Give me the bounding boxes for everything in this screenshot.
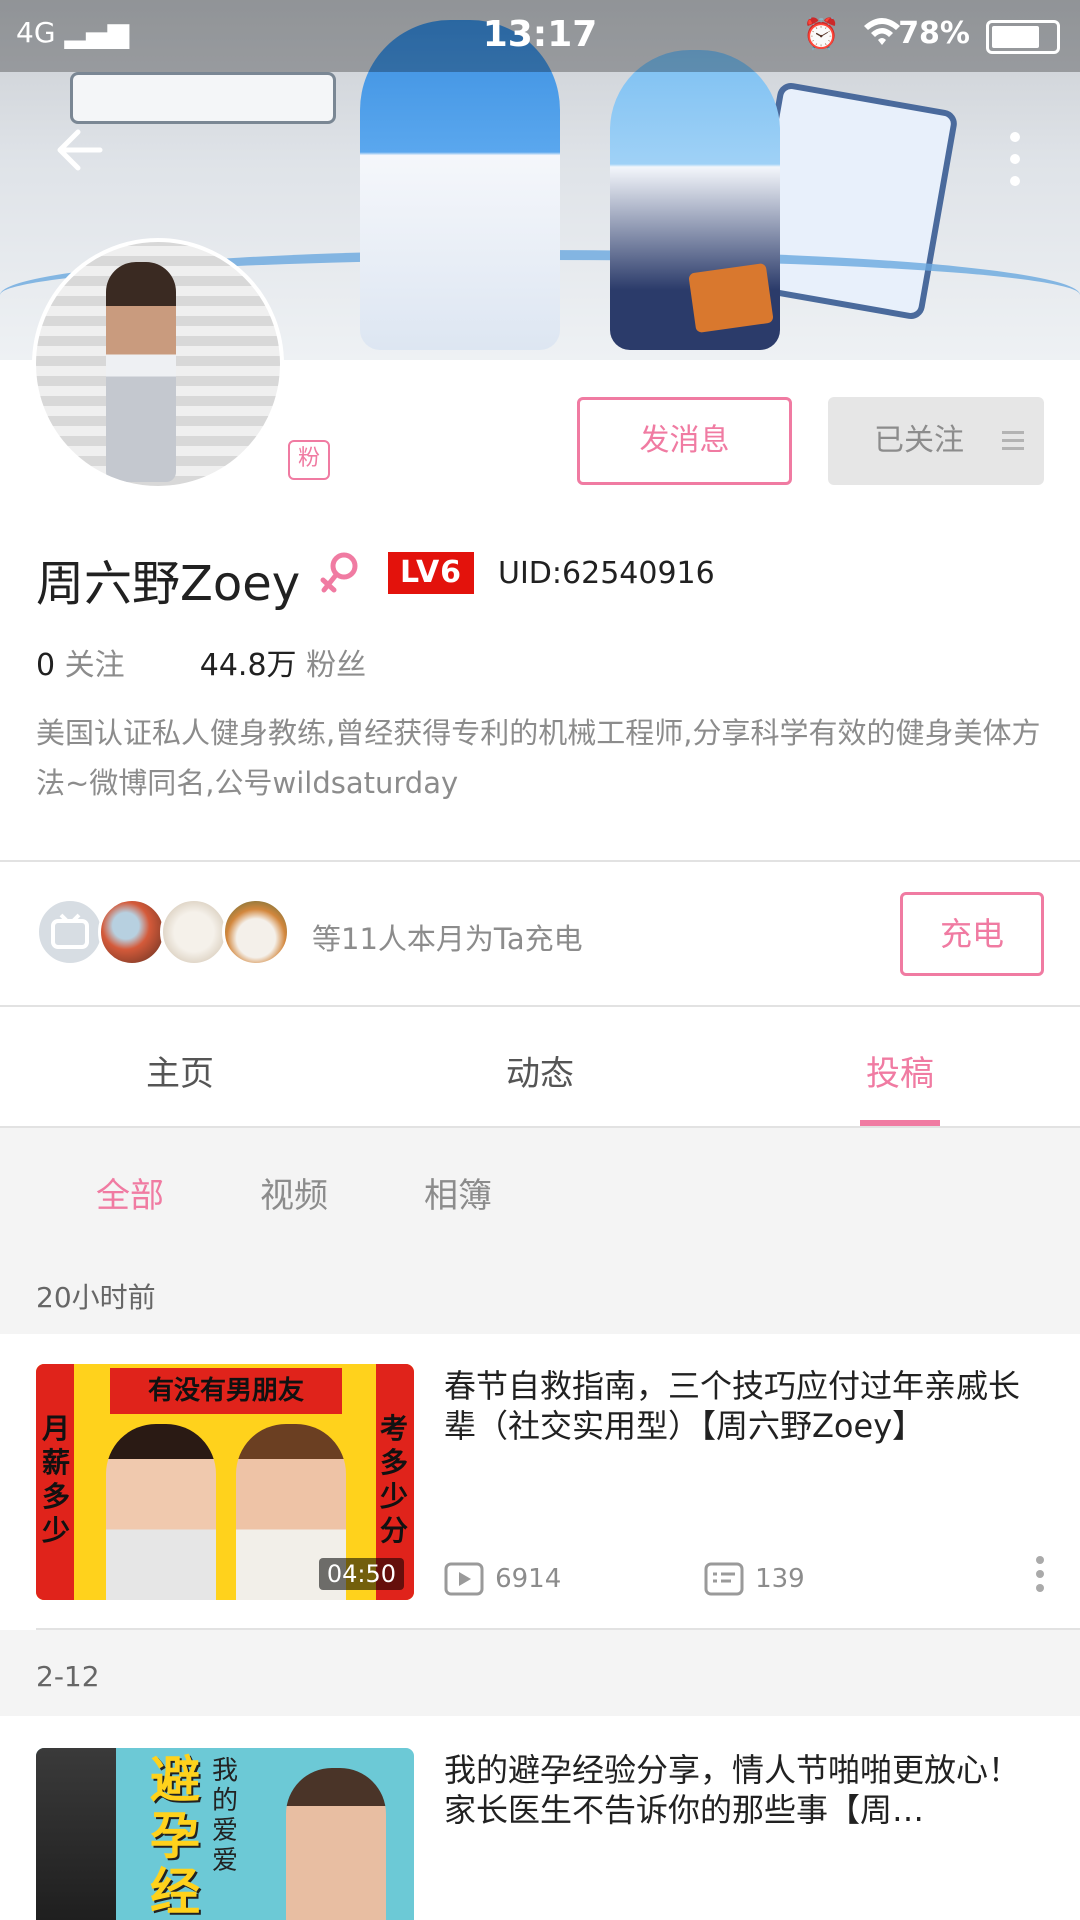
date-group-header — [0, 1248, 1080, 1334]
play-count: 6914 — [444, 1562, 561, 1596]
follow-stats: 0 关注 44.8万 粉丝 — [36, 640, 366, 684]
banner-shelf — [70, 72, 336, 124]
charger-avatar[interactable] — [160, 898, 228, 966]
date-group-label: 20小时前 — [36, 1281, 156, 1314]
date-group-header — [0, 1630, 1080, 1716]
banner-chips-bag — [688, 262, 774, 334]
play-icon — [444, 1562, 484, 1596]
arrow-left-icon — [57, 129, 103, 171]
followers-count: 44.8万 — [199, 648, 297, 683]
more-dot-icon — [1036, 1584, 1044, 1592]
thumb-left-text: 月薪多少 — [42, 1412, 71, 1547]
alarm-icon: ⏰ — [802, 17, 840, 52]
video-title[interactable]: 我的避孕经验分享，情人节啪啪更放心！家长医生不告诉你的那些事【周… — [444, 1750, 1044, 1830]
following-button[interactable]: 已关注 — [828, 397, 1044, 485]
send-message-button[interactable]: 发消息 — [577, 397, 792, 485]
thumb-right-text: 考多少分 — [380, 1412, 409, 1547]
thumb-person — [286, 1768, 386, 1920]
more-dot-icon — [1010, 132, 1020, 142]
more-dot-icon — [1036, 1570, 1044, 1578]
username: 周六野Zoey — [36, 556, 301, 612]
followers-stat[interactable]: 44.8万 粉丝 — [200, 648, 366, 683]
status-bar: 4G ▂▄▆ 13:17 ⏰ 78% — [0, 0, 1080, 72]
followers-stat-label: 粉丝 — [306, 648, 367, 683]
back-button[interactable] — [50, 120, 130, 200]
battery-percent: 78% — [898, 16, 970, 51]
divider — [0, 1005, 1080, 1007]
filter-album[interactable]: 相簿 — [424, 1168, 492, 1217]
video-thumbnail[interactable]: 避孕经 我的爱爱 — [36, 1748, 414, 1920]
charge-summary: 等11人本月为Ta充电 — [312, 922, 583, 956]
level-badge: LV6 — [388, 552, 474, 594]
battery-icon — [986, 20, 1060, 54]
fan-badge: 粉 — [288, 440, 330, 480]
video-title[interactable]: 春节自救指南，三个技巧应付过年亲戚长辈（社交实用型）【周六野Zoey】 — [444, 1366, 1044, 1446]
thumb-figure — [36, 1748, 116, 1920]
video-thumbnail[interactable]: 有没有男朋友 月薪多少 考多少分 04:50 — [36, 1364, 414, 1600]
charger-avatar[interactable] — [98, 898, 166, 966]
tab-uploads[interactable]: 投稿 — [720, 1046, 1080, 1095]
wifi-icon — [862, 14, 902, 56]
following-label: 已关注 — [874, 423, 964, 458]
date-group-label: 2-12 — [36, 1660, 100, 1693]
following-count: 0 — [36, 648, 56, 683]
following-stat-label: 关注 — [64, 648, 125, 683]
uid-text: UID:62540916 — [498, 556, 715, 591]
filter-video[interactable]: 视频 — [260, 1168, 328, 1217]
avatar-figure — [106, 262, 176, 482]
profile-bio: 美国认证私人健身教练,曾经获得专利的机械工程师,分享科学有效的健身美体方法~微博… — [36, 716, 1041, 800]
menu-icon — [1002, 431, 1024, 455]
more-dot-icon — [1010, 154, 1020, 164]
more-dot-icon — [1036, 1556, 1044, 1564]
video-duration: 04:50 — [318, 1558, 404, 1590]
filter-all[interactable]: 全部 — [96, 1168, 164, 1217]
thumb-person-left — [106, 1424, 216, 1600]
comment-count: 139 — [704, 1562, 805, 1596]
charger-avatar[interactable] — [36, 898, 104, 966]
thumb-banner-text: 有没有男朋友 — [110, 1368, 342, 1414]
more-dot-icon — [1010, 176, 1020, 186]
comment-count-value: 139 — [755, 1564, 805, 1594]
play-count-value: 6914 — [495, 1564, 562, 1594]
tab-activity[interactable]: 动态 — [360, 1046, 720, 1095]
charger-avatar[interactable] — [222, 898, 290, 966]
thumb-small-text: 我的爱爱 — [212, 1756, 239, 1876]
video-more-button[interactable] — [1036, 1556, 1046, 1598]
divider — [0, 860, 1080, 862]
avatar[interactable] — [32, 238, 284, 490]
tab-home[interactable]: 主页 — [0, 1046, 360, 1095]
female-gender-icon — [318, 550, 362, 600]
following-stat[interactable]: 0 关注 — [36, 648, 134, 683]
thumb-big-text: 避孕经 — [150, 1751, 200, 1920]
charge-button[interactable]: 充电 — [900, 892, 1044, 976]
more-options-button[interactable] — [990, 120, 1040, 200]
danmaku-icon — [704, 1562, 744, 1596]
